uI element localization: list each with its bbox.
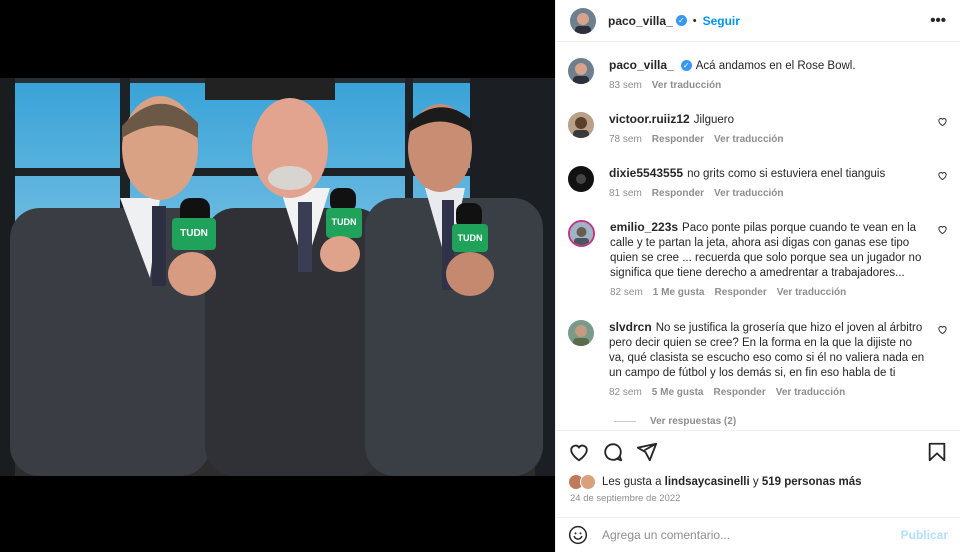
save-icon[interactable] [926,441,948,463]
comment-username[interactable]: dixie5543555 [609,166,683,180]
comment-username[interactable]: slvdrcn [609,320,652,334]
post-sidebar: paco_villa_ ✓ • Seguir ••• paco_villa_ ✓ A… [555,0,960,552]
follow-button[interactable]: Seguir [703,14,740,28]
like-heart-icon[interactable] [568,441,590,463]
likes-count[interactable]: 519 personas más [762,476,862,488]
view-replies-button[interactable]: Ver respuestas (2) [614,416,736,427]
post-date: 24 de septiembre de 2022 [570,493,681,504]
verified-icon: ✓ [675,15,687,26]
verified-icon: ✓ [680,60,692,72]
translate-button[interactable]: Ver traducción [777,287,846,298]
liker-avatar [580,474,596,490]
view-replies-label: Ver respuestas (2) [650,416,737,427]
author-username[interactable]: paco_villa_ [608,14,673,28]
likes-prefix: Les gusta a [602,476,662,488]
commenter-avatar[interactable] [568,166,594,192]
caption: paco_villa_ ✓ Acá andamos en el Rose Bowl.… [568,58,948,91]
replies-divider [614,421,636,422]
comment-time: 82 sem [609,387,642,398]
reply-button[interactable]: Responder [713,387,765,398]
mic-flag-3: TUDN [457,233,483,243]
post-media: TUDN TUDN TUDN [0,0,555,552]
publish-button[interactable]: Publicar [901,528,948,542]
likes-user[interactable]: lindsaycasinelli [665,476,750,488]
caption-text: Acá andamos en el Rose Bowl. [695,60,856,72]
comment-username[interactable]: victoor.ruiiz12 [609,112,690,126]
likes-summary: Les gusta a lindsaycasinelli y 519 perso… [568,474,862,490]
reply-button[interactable]: Responder [714,287,766,298]
reply-button[interactable]: Responder [652,188,704,199]
comment-item: victoor.ruiiz12 Jilguero 78 sem Responder V… [568,112,948,145]
translate-button[interactable]: Ver traducción [714,188,783,199]
separator-dot: • [692,14,697,27]
translate-button[interactable]: Ver traducción [652,80,721,91]
mic-flag-1: TUDN [180,228,208,239]
comment-text: No se justifica la grosería que hizo el … [609,322,925,379]
post-header: paco_villa_ ✓ • Seguir ••• [556,0,960,42]
mic-flag-2: TUDN [331,217,357,227]
comment-item: dixie5543555 no grits como si estuviera e… [568,166,948,199]
photo-illustration [0,78,555,476]
caption-username[interactable]: paco_villa_ [609,58,674,72]
likers-avatars[interactable] [568,474,598,490]
comment-item: slvdrcn No se justifica la grosería que h… [568,320,948,398]
heart-icon[interactable] [937,170,948,181]
comments-list[interactable]: paco_villa_ ✓ Acá andamos en el Rose Bowl.… [556,42,960,430]
comment-time: 78 sem [609,134,642,145]
comment-likes[interactable]: 5 Me gusta [652,387,704,398]
comment-item: emilio_223s Paco ponte pilas porque cuand… [568,220,948,298]
translate-button[interactable]: Ver traducción [714,134,783,145]
likes-conj: y [752,476,759,488]
reply-button[interactable]: Responder [652,134,704,145]
comment-time: 82 sem [610,287,643,298]
comment-text: no grits como si estuviera enel tianguis [687,168,886,180]
action-bar [556,430,960,472]
comment-input[interactable]: Agrega un comentario... [602,528,901,542]
more-icon[interactable]: ••• [930,12,946,29]
translate-button[interactable]: Ver traducción [776,387,845,398]
heart-icon[interactable] [937,324,948,335]
commenter-avatar[interactable] [568,220,595,247]
comment-username[interactable]: emilio_223s [610,220,678,234]
share-icon[interactable] [636,441,658,463]
comment-text: Jilguero [693,114,734,126]
emoji-icon[interactable] [568,525,588,545]
author-avatar[interactable] [570,7,596,34]
comment-likes[interactable]: 1 Me gusta [653,287,705,298]
heart-icon[interactable] [937,224,948,235]
commenter-avatar[interactable] [568,320,594,346]
comment-icon[interactable] [602,441,624,463]
author-avatar-small[interactable] [568,58,594,84]
post-photo[interactable]: TUDN TUDN TUDN [0,78,555,476]
add-comment-bar: Agrega un comentario... Publicar [556,517,960,552]
commenter-avatar[interactable] [568,112,594,138]
comment-time: 81 sem [609,188,642,199]
caption-time: 83 sem [609,80,642,91]
heart-icon[interactable] [937,116,948,127]
